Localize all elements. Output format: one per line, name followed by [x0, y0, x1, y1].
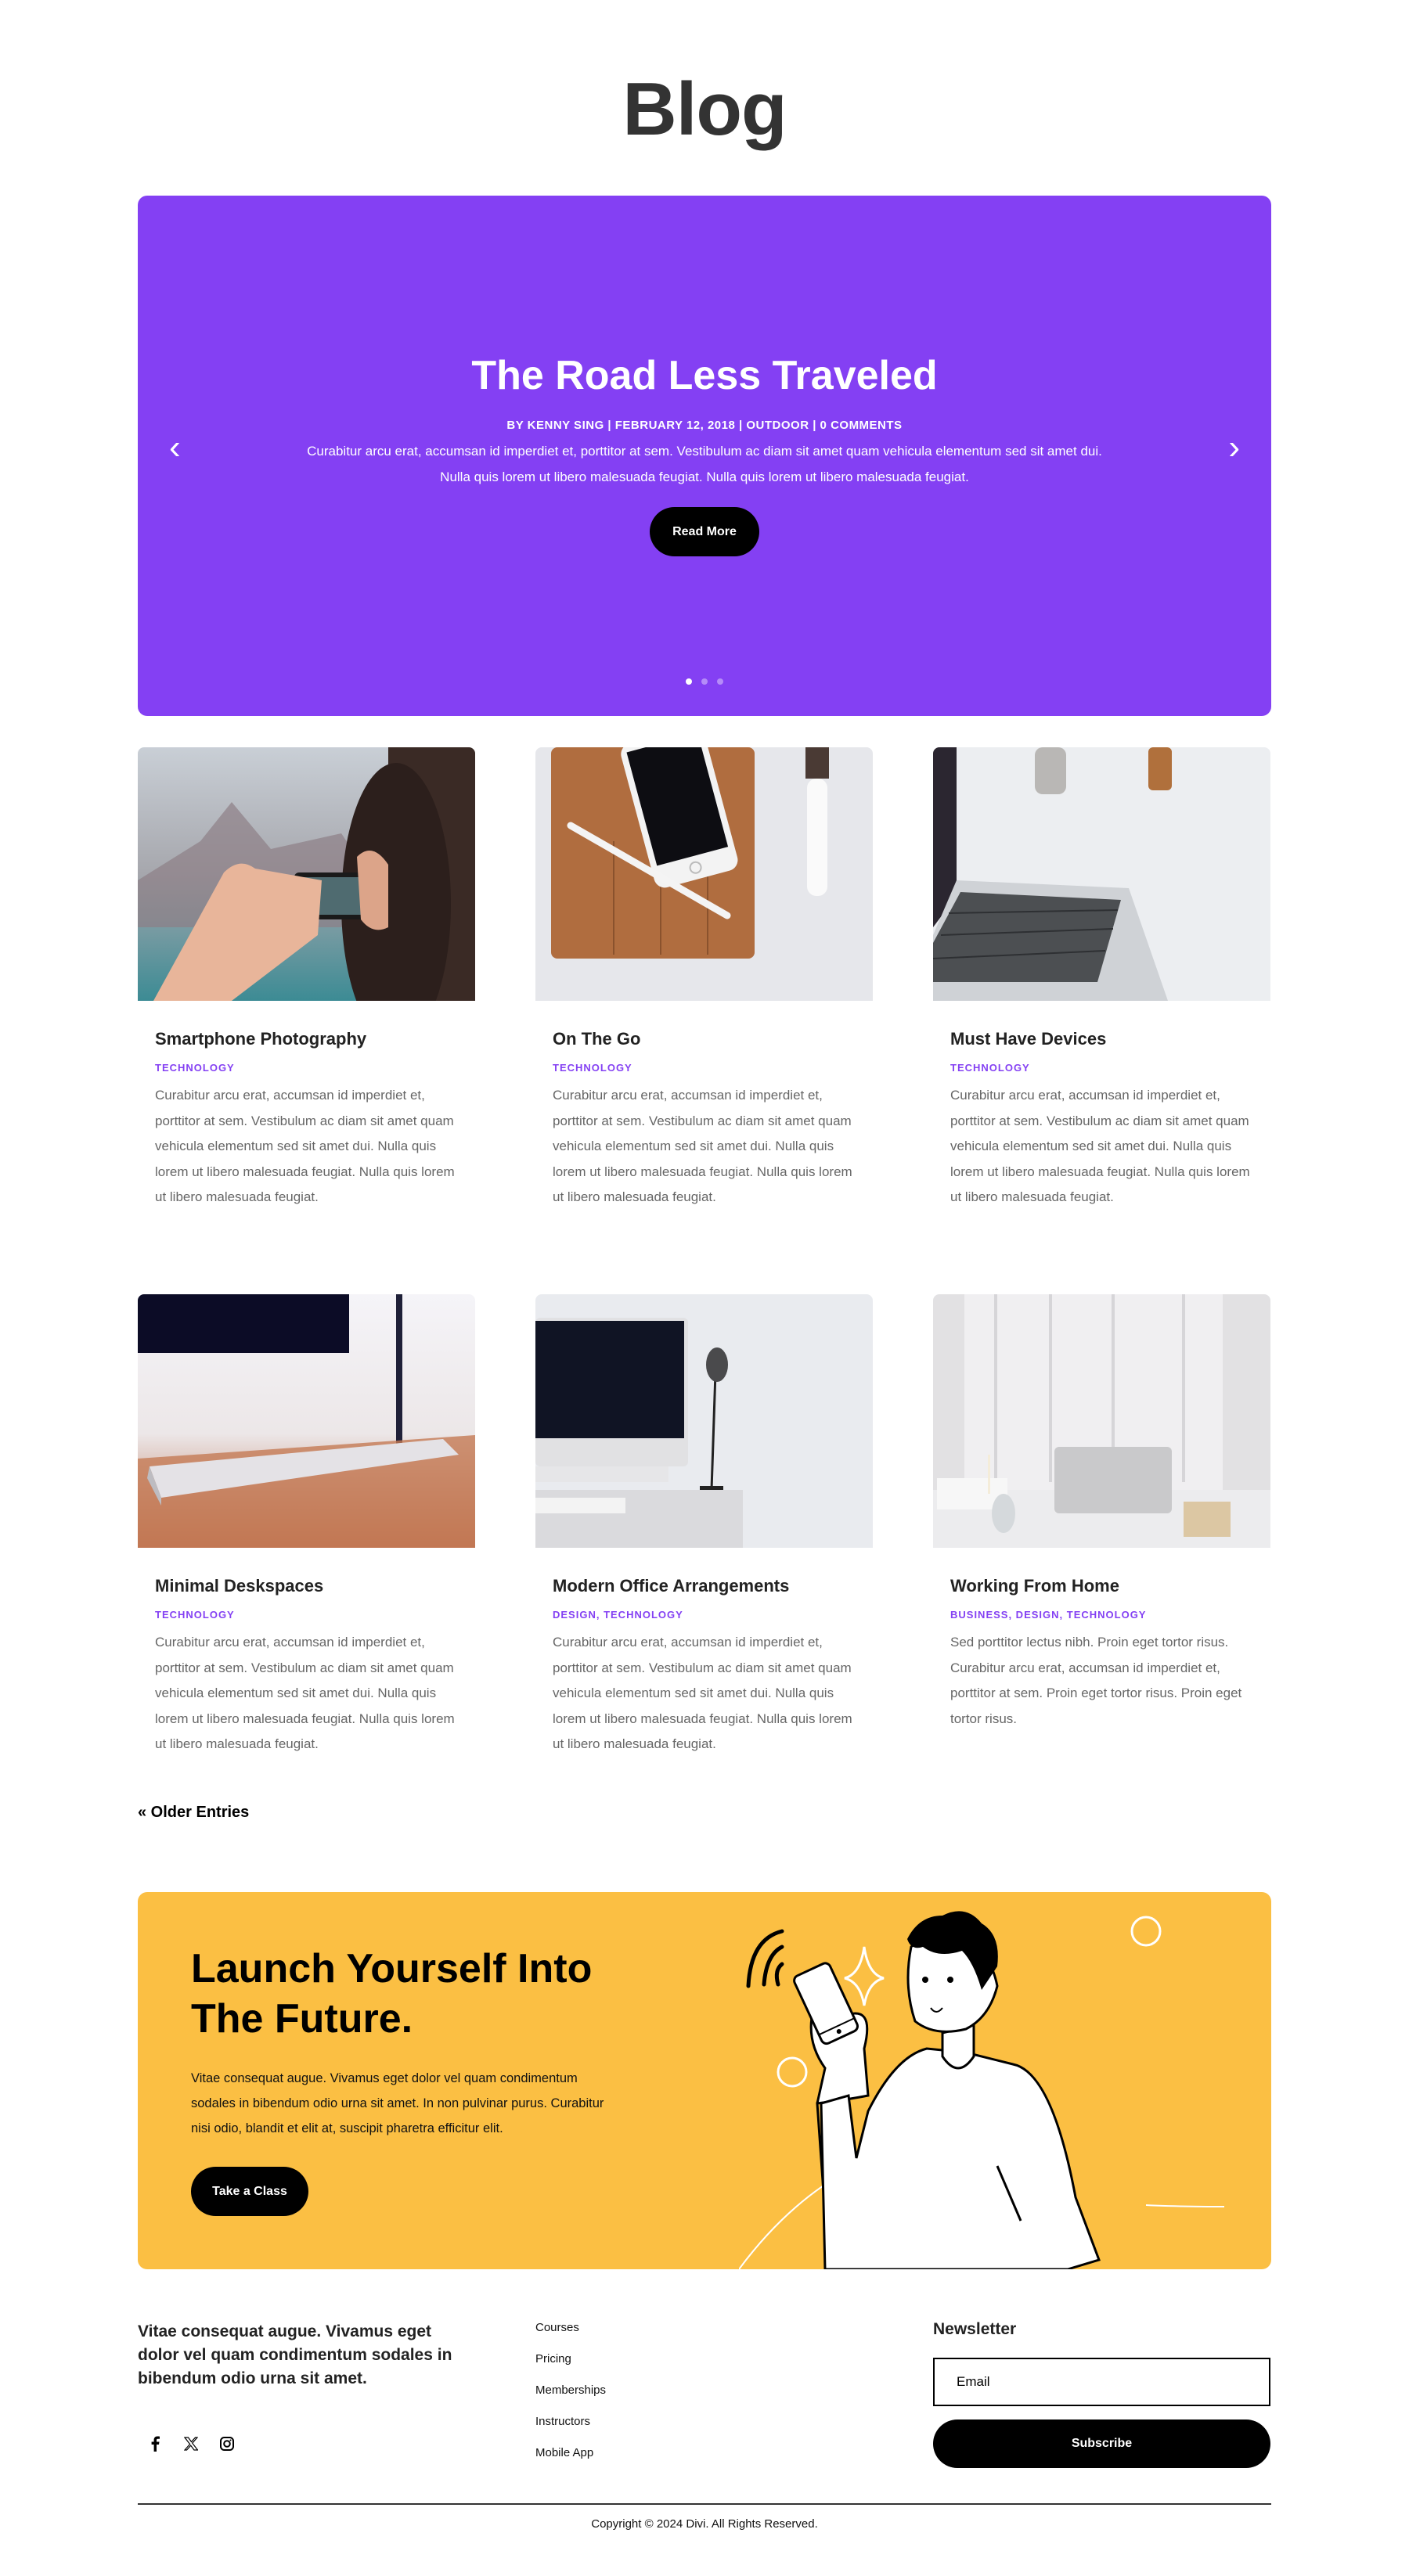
post-excerpt: Curabitur arcu erat, accumsan id imperdi…	[155, 1088, 455, 1204]
post-title[interactable]: Modern Office Arrangements	[553, 1576, 856, 1596]
x-icon[interactable]	[183, 2436, 199, 2452]
category-link[interactable]: TECHNOLOGY	[950, 1062, 1030, 1074]
featured-post-slider: ‹ › The Road Less Traveled BY KENNY SING…	[138, 196, 1271, 716]
post-thumbnail[interactable]	[138, 1294, 475, 1548]
slide-excerpt: Curabitur arcu erat, accumsan id imperdi…	[279, 438, 1130, 490]
slider-prev-arrow-icon[interactable]: ‹	[169, 430, 181, 465]
newsletter-title: Newsletter	[933, 2320, 1017, 2338]
category-link[interactable]: DESIGN, TECHNOLOGY	[553, 1609, 683, 1621]
footer-nav: Courses Pricing Memberships Instructors …	[535, 2320, 873, 2477]
footer: Vitae consequat augue. Vivamus eget dolo…	[138, 2320, 1271, 2477]
older-entries-link[interactable]: « Older Entries	[138, 1804, 249, 1822]
blog-post-grid: Smartphone Photography TECHNOLOGY Curabi…	[138, 747, 1271, 1786]
category-link[interactable]: TECHNOLOGY	[553, 1062, 632, 1074]
slider-next-arrow-icon[interactable]: ›	[1228, 430, 1240, 465]
post-categories: TECHNOLOGY	[155, 1062, 458, 1074]
footer-link-instructors[interactable]: Instructors	[535, 2414, 873, 2429]
slide-meta: BY KENNY SING | FEBRUARY 12, 2018 | OUTD…	[506, 419, 903, 432]
cta-title-line-2: The Future.	[191, 1996, 413, 2042]
cta-title: Launch Yourself Into The Future.	[191, 1944, 629, 2044]
facebook-icon[interactable]	[147, 2436, 163, 2452]
man-holding-phone-illustration	[739, 1911, 1225, 2269]
footer-tagline: Vitae consequat augue. Vivamus eget dolo…	[138, 2322, 452, 2387]
category-link[interactable]: BUSINESS, DESIGN, TECHNOLOGY	[950, 1609, 1146, 1621]
post-excerpt: Curabitur arcu erat, accumsan id imperdi…	[950, 1088, 1250, 1204]
footer-link-mobile-app[interactable]: Mobile App	[535, 2445, 873, 2460]
social-links	[138, 2436, 475, 2452]
subscribe-button[interactable]: Subscribe	[933, 2419, 1270, 2468]
post-excerpt: Curabitur arcu erat, accumsan id imperdi…	[553, 1088, 852, 1204]
slider-pagination	[138, 678, 1271, 685]
footer-link-memberships[interactable]: Memberships	[535, 2383, 873, 2398]
instagram-icon[interactable]	[219, 2436, 235, 2452]
post-title[interactable]: On The Go	[553, 1029, 856, 1049]
cta-banner: Launch Yourself Into The Future. Vitae c…	[138, 1892, 1271, 2269]
take-a-class-button[interactable]: Take a Class	[191, 2167, 308, 2216]
post-thumbnail[interactable]	[933, 1294, 1270, 1548]
read-more-button[interactable]: Read More	[650, 507, 759, 556]
post-categories: BUSINESS, DESIGN, TECHNOLOGY	[950, 1609, 1253, 1621]
copyright: Copyright © 2024 Divi. All Rights Reserv…	[591, 2517, 818, 2531]
page-title: Blog	[622, 67, 787, 151]
footer-link-courses[interactable]: Courses	[535, 2320, 873, 2335]
post-thumbnail[interactable]	[535, 1294, 873, 1548]
post-thumbnail[interactable]	[933, 747, 1270, 1001]
slide-excerpt-line-1: Curabitur arcu erat, accumsan id imperdi…	[307, 444, 1102, 459]
email-input[interactable]	[933, 2358, 1270, 2406]
cta-title-line-1: Launch Yourself Into	[191, 1946, 593, 1991]
post-title[interactable]: Minimal Deskspaces	[155, 1576, 458, 1596]
newsletter: Newsletter Subscribe	[933, 2320, 1270, 2477]
category-link[interactable]: TECHNOLOGY	[155, 1062, 235, 1074]
category-link[interactable]: TECHNOLOGY	[155, 1609, 235, 1621]
post-excerpt: Sed porttitor lectus nibh. Proin eget to…	[950, 1635, 1242, 1726]
post-thumbnail[interactable]	[138, 747, 475, 1001]
blog-post-card: Smartphone Photography TECHNOLOGY Curabi…	[138, 747, 475, 1239]
post-categories: TECHNOLOGY	[155, 1609, 458, 1621]
footer-link-pricing[interactable]: Pricing	[535, 2351, 873, 2366]
blog-post-card: Minimal Deskspaces TECHNOLOGY Curabitur …	[138, 1294, 475, 1786]
post-excerpt: Curabitur arcu erat, accumsan id imperdi…	[155, 1635, 455, 1751]
footer-about: Vitae consequat augue. Vivamus eget dolo…	[138, 2320, 475, 2477]
cta-text: Vitae consequat augue. Vivamus eget dolo…	[191, 2071, 604, 2135]
slider-dot-3[interactable]	[717, 678, 723, 685]
page-container: Blog ‹ › The Road Less Traveled BY KENNY…	[138, 0, 1271, 2562]
slider-dot-2[interactable]	[701, 678, 708, 685]
post-categories: TECHNOLOGY	[553, 1062, 856, 1074]
blog-post-card: On The Go TECHNOLOGY Curabitur arcu erat…	[535, 747, 873, 1239]
post-excerpt: Curabitur arcu erat, accumsan id imperdi…	[553, 1635, 852, 1751]
post-categories: TECHNOLOGY	[950, 1062, 1253, 1074]
post-title[interactable]: Must Have Devices	[950, 1029, 1253, 1049]
post-title[interactable]: Smartphone Photography	[155, 1029, 458, 1049]
blog-post-card: Modern Office Arrangements DESIGN, TECHN…	[535, 1294, 873, 1786]
slider-dot-1[interactable]	[686, 678, 692, 685]
slide-excerpt-line-2: Nulla quis lorem ut libero malesuada feu…	[440, 470, 969, 484]
post-title[interactable]: Working From Home	[950, 1576, 1253, 1596]
slide-title[interactable]: The Road Less Traveled	[138, 352, 1271, 399]
post-thumbnail[interactable]	[535, 747, 873, 1001]
post-categories: DESIGN, TECHNOLOGY	[553, 1609, 856, 1621]
blog-post-card: Must Have Devices TECHNOLOGY Curabitur a…	[933, 747, 1270, 1239]
blog-post-card: Working From Home BUSINESS, DESIGN, TECH…	[933, 1294, 1270, 1786]
